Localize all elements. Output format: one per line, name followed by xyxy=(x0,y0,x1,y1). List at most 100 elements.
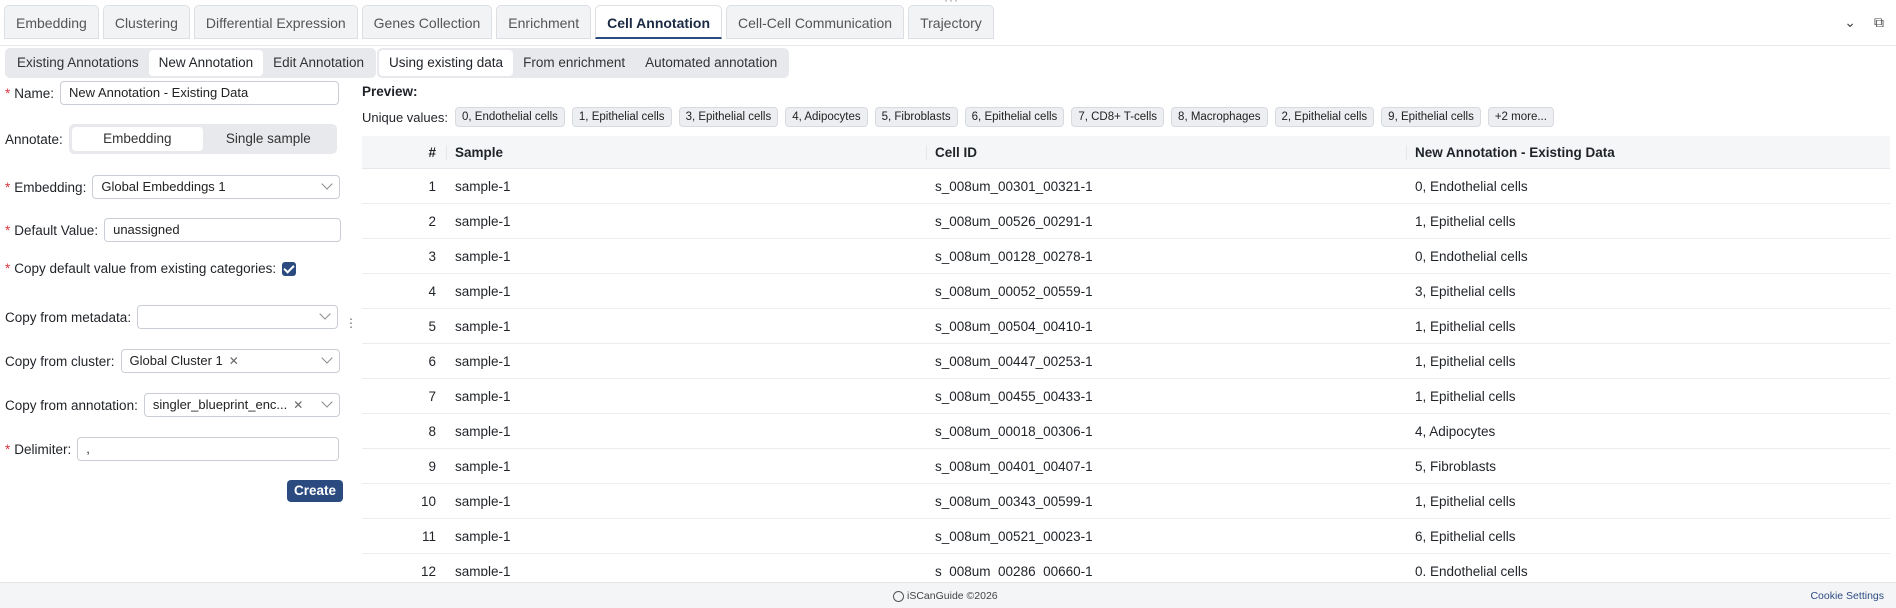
external-link-icon[interactable]: ⧉ xyxy=(1874,14,1884,31)
tab-edit-annotation[interactable]: Edit Annotation xyxy=(263,50,374,76)
top-tab-row: Embedding Clustering Differential Expressi… xyxy=(4,5,994,39)
tab-trajectory[interactable]: Trajectory xyxy=(908,5,994,39)
table-cell: sample-1 xyxy=(455,458,511,474)
table-cell: 0, Endothelial cells xyxy=(1415,248,1528,264)
annotation-tag: singler_blueprint_enc... ✕ xyxy=(149,395,307,415)
table-cell: s_008um_00286_00660-1 xyxy=(935,563,1093,577)
annotate-option-embedding[interactable]: Embedding xyxy=(71,127,203,151)
table-cell: sample-1 xyxy=(455,423,511,439)
chevron-down-icon[interactable]: ⌄ xyxy=(1844,14,1856,31)
copy-default-checkbox[interactable] xyxy=(282,261,297,276)
default-value-input[interactable]: unassigned xyxy=(104,218,342,242)
default-value-label: Default Value xyxy=(14,222,95,238)
unique-values-label: Unique values: xyxy=(362,109,448,125)
table-cell: sample-1 xyxy=(455,318,511,334)
tab-embedding[interactable]: Embedding xyxy=(4,5,99,39)
annotate-toggle: Embedding Single sample xyxy=(68,124,337,154)
table-cell: sample-1 xyxy=(455,493,511,509)
table-cell: s_008um_00343_00599-1 xyxy=(935,493,1093,509)
name-label: Name xyxy=(14,85,51,101)
delimiter-row: * Delimiter: , xyxy=(5,437,340,461)
unique-value-chip: 4, Adipocytes xyxy=(785,107,868,127)
table-body: 1 sample-1 s_008um_00301_00321-1 0, Endothe… xyxy=(362,169,1890,576)
copy-cluster-select[interactable]: Global Cluster 1 ✕ xyxy=(120,349,340,373)
drag-handle-icon[interactable]: ··· xyxy=(944,0,959,7)
delimiter-input[interactable]: , xyxy=(77,437,340,461)
annotate-option-single-sample[interactable]: Single sample xyxy=(203,127,334,151)
unique-value-chip: 7, CD8+ T-cells xyxy=(1071,107,1165,127)
table-cell: sample-1 xyxy=(455,178,511,194)
tab-new-annotation[interactable]: New Annotation xyxy=(148,50,264,76)
chevron-down-icon xyxy=(321,396,333,408)
copy-annotation-row: Copy from annotation: singler_blueprint_… xyxy=(5,393,340,417)
cookie-settings-link[interactable]: Cookie Settings xyxy=(1810,590,1884,602)
tab-cell-cell-communication[interactable]: Cell-Cell Communication xyxy=(726,5,905,39)
unique-value-chip: 2, Epithelial cells xyxy=(1274,107,1375,127)
chevron-down-icon xyxy=(319,308,331,320)
table-row: 8 sample-1 s_008um_00018_00306-1 4, Adipocy… xyxy=(362,414,1890,449)
table-cell: 1, Epithelial cells xyxy=(1415,213,1516,229)
preview-table: # Sample Cell ID New Annotation - Existing … xyxy=(362,136,1890,576)
column-header[interactable]: Sample xyxy=(446,144,926,160)
tab-cell-annotation[interactable]: Cell Annotation xyxy=(595,5,723,39)
create-button[interactable]: Create xyxy=(287,480,344,502)
table-cell: 0, Endothelial cells xyxy=(1415,178,1528,194)
unique-value-chip: 1, Epithelial cells xyxy=(571,107,672,127)
table-cell: s_008um_00447_00253-1 xyxy=(935,353,1093,369)
tab-using-existing-data[interactable]: Using existing data xyxy=(379,50,514,76)
column-header[interactable]: Cell ID xyxy=(926,144,1406,160)
table-cell: sample-1 xyxy=(455,248,511,264)
tab-enrichment[interactable]: Enrichment xyxy=(496,5,592,39)
table-cell: s_008um_00301_00321-1 xyxy=(935,178,1093,194)
table-cell: 4, Adipocytes xyxy=(1415,423,1496,439)
resize-handle-icon[interactable]: ⋮ xyxy=(345,316,357,330)
embedding-row: * Embedding: Global Embeddings 1 xyxy=(5,175,341,199)
tab-existing-annotations[interactable]: Existing Annotations xyxy=(7,50,149,76)
table-cell: s_008um_00401_00407-1 xyxy=(935,458,1093,474)
table-cell: 1, Epithelial cells xyxy=(1415,388,1516,404)
table-cell: sample-1 xyxy=(455,353,511,369)
close-icon[interactable]: ✕ xyxy=(293,394,303,416)
top-tab-bar: Embedding Clustering Differential Expressi… xyxy=(0,0,1896,46)
table-cell: s_008um_00018_00306-1 xyxy=(935,423,1093,439)
tab-genes-collection[interactable]: Genes Collection xyxy=(361,5,493,39)
name-input[interactable]: New Annotation - Existing Data xyxy=(60,81,340,105)
column-header[interactable]: New Annotation - Existing Data xyxy=(1406,144,1890,160)
table-cell: s_008um_00052_00559-1 xyxy=(935,283,1093,299)
footer-brand: iSCanGuide ©2026 xyxy=(893,590,998,602)
table-cell: 1, Epithelial cells xyxy=(1415,318,1516,334)
tab-differential-expression[interactable]: Differential Expression xyxy=(193,5,358,39)
table-cell: sample-1 xyxy=(455,283,511,299)
footer: iSCanGuide ©2026 Cookie Settings xyxy=(0,582,1896,608)
tab-from-enrichment[interactable]: From enrichment xyxy=(513,50,635,76)
table-cell: sample-1 xyxy=(455,213,511,229)
default-value-row: * Default Value: unassigned xyxy=(5,218,342,242)
unique-value-chip: 9, Epithelial cells xyxy=(1381,107,1481,127)
table-cell: 4 xyxy=(428,283,436,299)
close-icon[interactable]: ✕ xyxy=(229,350,239,372)
table-cell: s_008um_00526_00291-1 xyxy=(935,213,1093,229)
column-header[interactable]: # xyxy=(362,145,446,160)
table-row: 9 sample-1 s_008um_00401_00407-1 5, Fibrobl… xyxy=(362,449,1890,484)
logo-icon xyxy=(893,590,904,602)
table-cell: s_008um_00455_00433-1 xyxy=(935,388,1093,404)
unique-value-chip[interactable]: +2 more... xyxy=(1487,107,1554,127)
copy-annotation-select[interactable]: singler_blueprint_enc... ✕ xyxy=(143,393,340,417)
tab-clustering[interactable]: Clustering xyxy=(102,5,190,39)
table-cell: sample-1 xyxy=(455,528,511,544)
annotate-label: Annotate xyxy=(5,131,60,147)
table-cell: 8 xyxy=(428,423,436,439)
unique-value-chip: 0, Endothelial cells xyxy=(455,107,565,127)
table-cell: sample-1 xyxy=(455,388,511,404)
tab-automated-annotation[interactable]: Automated annotation xyxy=(635,50,787,76)
table-cell: 12 xyxy=(420,563,436,577)
copy-metadata-select[interactable] xyxy=(137,305,339,329)
table-cell: sample-1 xyxy=(455,563,511,577)
table-cell: 10 xyxy=(420,493,436,509)
unique-value-chip: 3, Epithelial cells xyxy=(678,107,779,127)
embedding-select[interactable]: Global Embeddings 1 xyxy=(92,175,341,199)
table-cell: 5 xyxy=(428,318,436,334)
embedding-label: Embedding xyxy=(14,179,83,195)
table-row: 12 sample-1 s_008um_00286_00660-1 0, Endoth… xyxy=(362,554,1890,577)
table-cell: 1, Epithelial cells xyxy=(1415,353,1516,369)
